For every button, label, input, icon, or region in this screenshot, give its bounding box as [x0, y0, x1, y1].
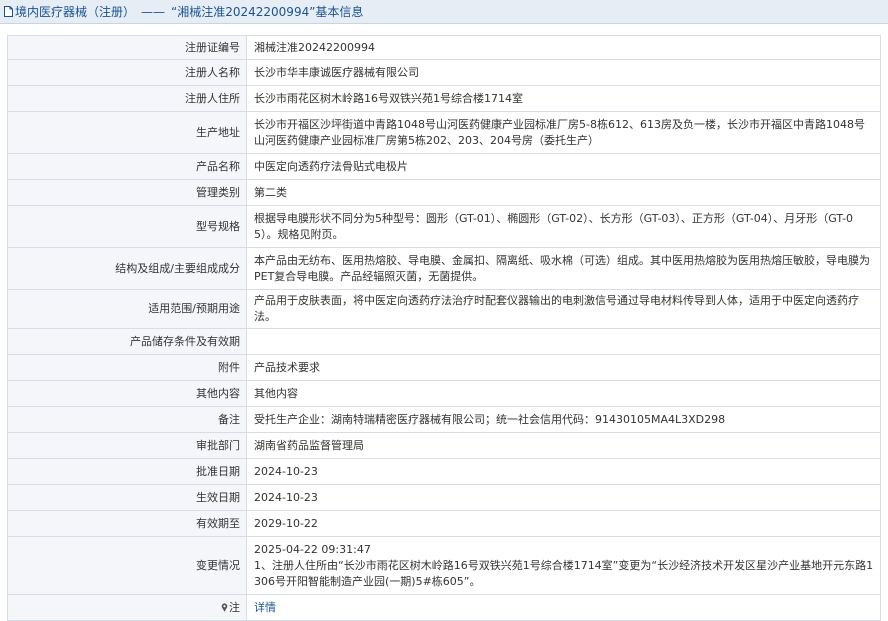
change-history: 2025-04-22 09:31:47 1、注册人住所由“长沙市雨花区树木岭路1…: [246, 536, 881, 595]
row-label: 产品名称: [7, 153, 247, 180]
table-row-change: 变更情况 2025-04-22 09:31:47 1、注册人住所由“长沙市雨花区…: [7, 536, 881, 595]
row-label: 审批部门: [7, 432, 247, 459]
row-label: 其他内容: [7, 380, 247, 407]
table-row: 型号规格 根据导电膜形状不同分为5种型号：圆形（GT-01）、椭圆形（GT-02…: [7, 205, 881, 248]
row-label: 注册人住所: [7, 85, 247, 112]
breadcrumb[interactable]: 境内医疗器械（注册）: [15, 3, 135, 20]
table-row: 注册人住所 长沙市雨花区树木岭路16号双铁兴苑1号综合楼1714室: [7, 85, 881, 112]
change-timestamp: 2025-04-22 09:31:47: [254, 542, 371, 556]
row-label: 注册证编号: [7, 35, 247, 60]
document-icon: [4, 6, 13, 17]
info-table: 注册证编号 湘械注准20242200994 注册人名称 长沙市华丰康诚医疗器械有…: [7, 35, 881, 621]
table-row: 生效日期 2024-10-23: [7, 484, 881, 511]
row-value: 2024-10-23: [246, 484, 881, 511]
row-value: 长沙市华丰康诚医疗器械有限公司: [246, 59, 881, 86]
row-label: 生产地址: [7, 111, 247, 154]
table-row: 结构及组成/主要组成成分 本产品由无纺布、医用热熔胶、导电膜、金属扣、隔离纸、吸…: [7, 247, 881, 290]
table-row: 附件 产品技术要求: [7, 354, 881, 381]
table-row: 管理类别 第二类: [7, 179, 881, 206]
row-value: [246, 328, 881, 355]
table-row: 适用范围/预期用途 产品用于皮肤表面，将中医定向透药疗法治疗时配套仪器输出的电刺…: [7, 289, 881, 329]
table-row: 注册人名称 长沙市华丰康诚医疗器械有限公司: [7, 59, 881, 86]
change-text: 1、注册人住所由“长沙市雨花区树木岭路16号双铁兴苑1号综合楼1714室”变更为…: [254, 558, 874, 588]
row-value: 其他内容: [246, 380, 881, 407]
row-label: 管理类别: [7, 179, 247, 206]
table-row: 产品储存条件及有效期: [7, 328, 881, 355]
row-value: 中医定向透药疗法骨贴式电极片: [246, 153, 881, 180]
detail-link[interactable]: 详情: [254, 601, 276, 614]
row-value: 本产品由无纺布、医用热熔胶、导电膜、金属扣、隔离纸、吸水棉（可选）组成。其中医用…: [246, 247, 881, 290]
breadcrumb-separator: ——: [141, 4, 166, 19]
row-label: 批准日期: [7, 458, 247, 485]
row-value: 2024-10-23: [246, 458, 881, 485]
table-row: 其他内容 其他内容: [7, 380, 881, 407]
row-label: 适用范围/预期用途: [7, 289, 247, 329]
page-header: 境内医疗器械（注册） —— “湘械注准20242200994”基本信息: [0, 0, 888, 24]
row-value: 湖南省药品监督管理局: [246, 432, 881, 459]
row-label: 有效期至: [7, 510, 247, 537]
row-label: 变更情况: [7, 536, 247, 595]
row-value: 产品技术要求: [246, 354, 881, 381]
row-label: 注册人名称: [7, 59, 247, 86]
pin-icon: [221, 602, 228, 612]
table-row: 产品名称 中医定向透药疗法骨贴式电极片: [7, 153, 881, 180]
note-value: 详情: [246, 594, 881, 621]
row-label: 生效日期: [7, 484, 247, 511]
row-label: 备注: [7, 406, 247, 433]
table-row: 有效期至 2029-10-22: [7, 510, 881, 537]
row-label: 结构及组成/主要组成成分: [7, 247, 247, 290]
row-value: 湘械注准20242200994: [246, 35, 881, 60]
table-row: 批准日期 2024-10-23: [7, 458, 881, 485]
row-value: 长沙市雨花区树木岭路16号双铁兴苑1号综合楼1714室: [246, 85, 881, 112]
row-value: 受托生产企业：湖南特瑞精密医疗器械有限公司；统一社会信用代码：91430105M…: [246, 406, 881, 433]
page-title: “湘械注准20242200994”基本信息: [171, 5, 364, 19]
table-row: 注册证编号 湘械注准20242200994: [7, 35, 881, 60]
table-row-note: 注 详情: [7, 594, 881, 621]
row-value: 根据导电膜形状不同分为5种型号：圆形（GT-01）、椭圆形（GT-02）、长方形…: [246, 205, 881, 248]
note-label-cell: 注: [7, 594, 247, 621]
row-value: 第二类: [246, 179, 881, 206]
row-value: 长沙市开福区沙坪街道中青路1048号山河医药健康产业园标准厂房5-8栋612、6…: [246, 111, 881, 154]
table-row: 审批部门 湖南省药品监督管理局: [7, 432, 881, 459]
info-table-container: 注册证编号 湘械注准20242200994 注册人名称 长沙市华丰康诚医疗器械有…: [7, 35, 881, 621]
row-label: 产品储存条件及有效期: [7, 328, 247, 355]
table-row: 备注 受托生产企业：湖南特瑞精密医疗器械有限公司；统一社会信用代码：914301…: [7, 406, 881, 433]
row-label: 型号规格: [7, 205, 247, 248]
note-label: 注: [229, 600, 240, 614]
row-value: 2029-10-22: [246, 510, 881, 537]
table-row: 生产地址 长沙市开福区沙坪街道中青路1048号山河医药健康产业园标准厂房5-8栋…: [7, 111, 881, 154]
row-value: 产品用于皮肤表面，将中医定向透药疗法治疗时配套仪器输出的电刺激信号通过导电材料传…: [246, 289, 881, 329]
row-label: 附件: [7, 354, 247, 381]
